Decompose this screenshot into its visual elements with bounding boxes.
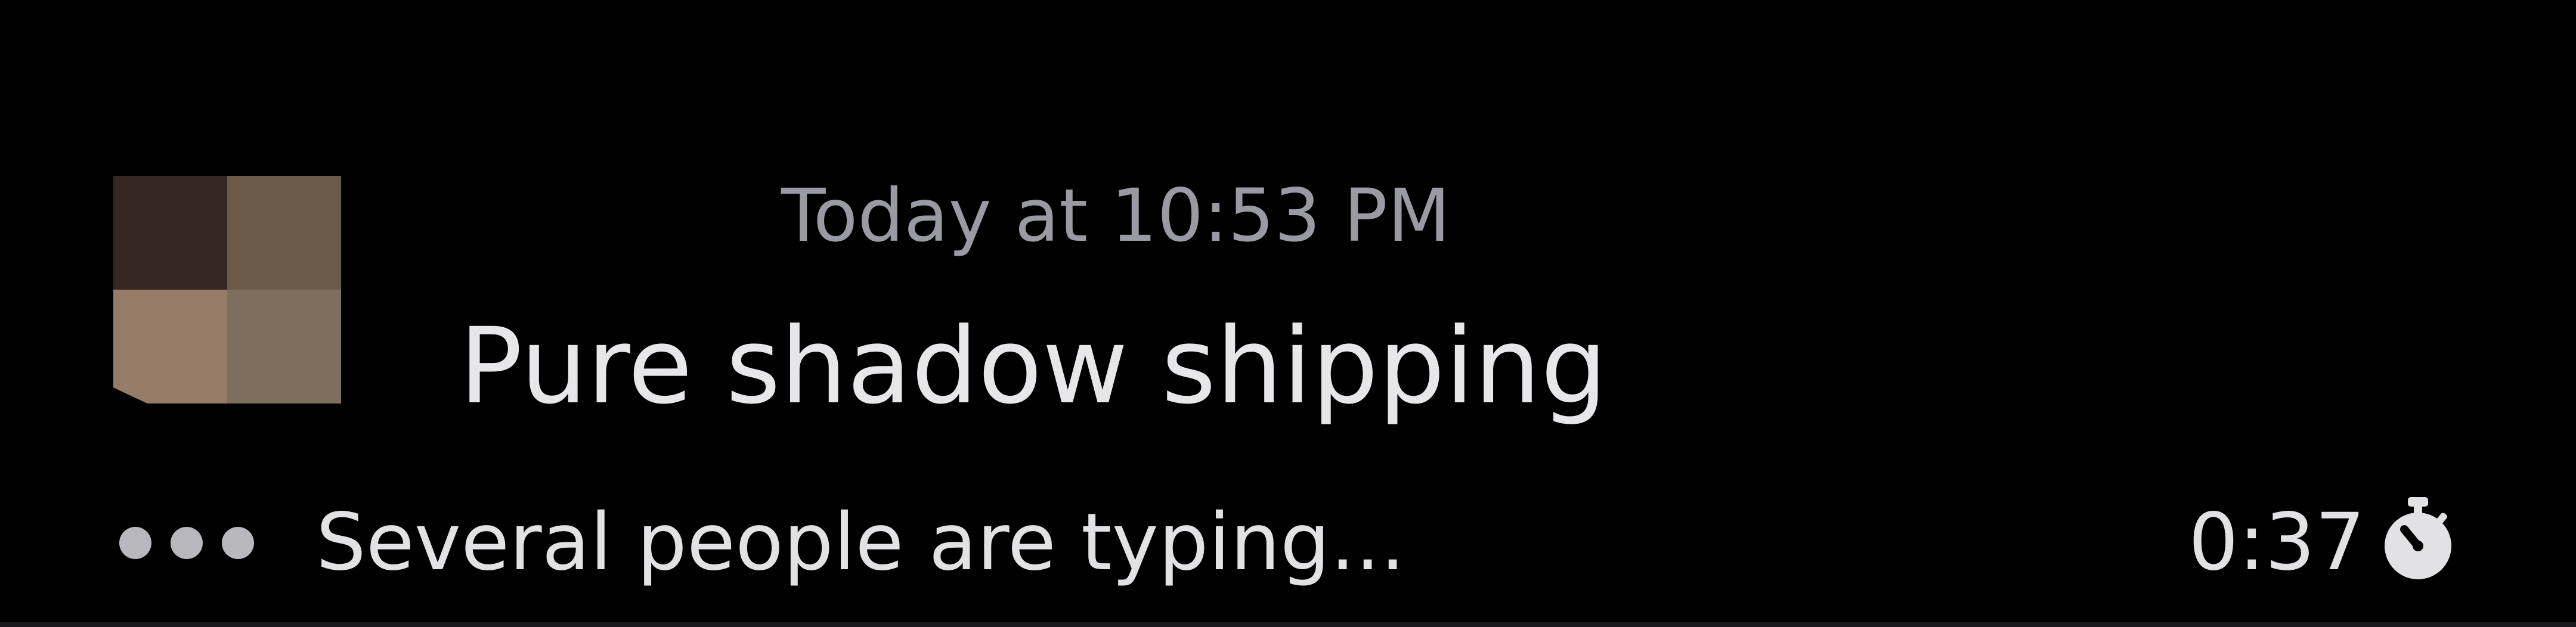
typing-status-text: Several people are typing...	[316, 496, 1405, 588]
typing-indicator: Several people are typing... 0:37	[0, 495, 2576, 590]
stopwatch-icon	[2385, 497, 2451, 579]
slowmode-timer: 0:37	[2188, 496, 2366, 588]
typing-dot	[119, 527, 151, 559]
typing-dot	[171, 527, 203, 559]
typing-dot	[222, 527, 254, 559]
divider	[0, 622, 2576, 627]
avatar-pixel	[113, 176, 227, 290]
message-timestamp: Today at 10:53 PM	[781, 173, 1451, 258]
avatar[interactable]	[113, 176, 341, 403]
avatar-pixel	[227, 176, 341, 290]
avatar-pixel	[113, 290, 227, 403]
avatar-pixel	[227, 290, 341, 403]
message-text: Pure shadow shipping	[459, 305, 1608, 427]
typing-dots-icon	[119, 527, 254, 559]
